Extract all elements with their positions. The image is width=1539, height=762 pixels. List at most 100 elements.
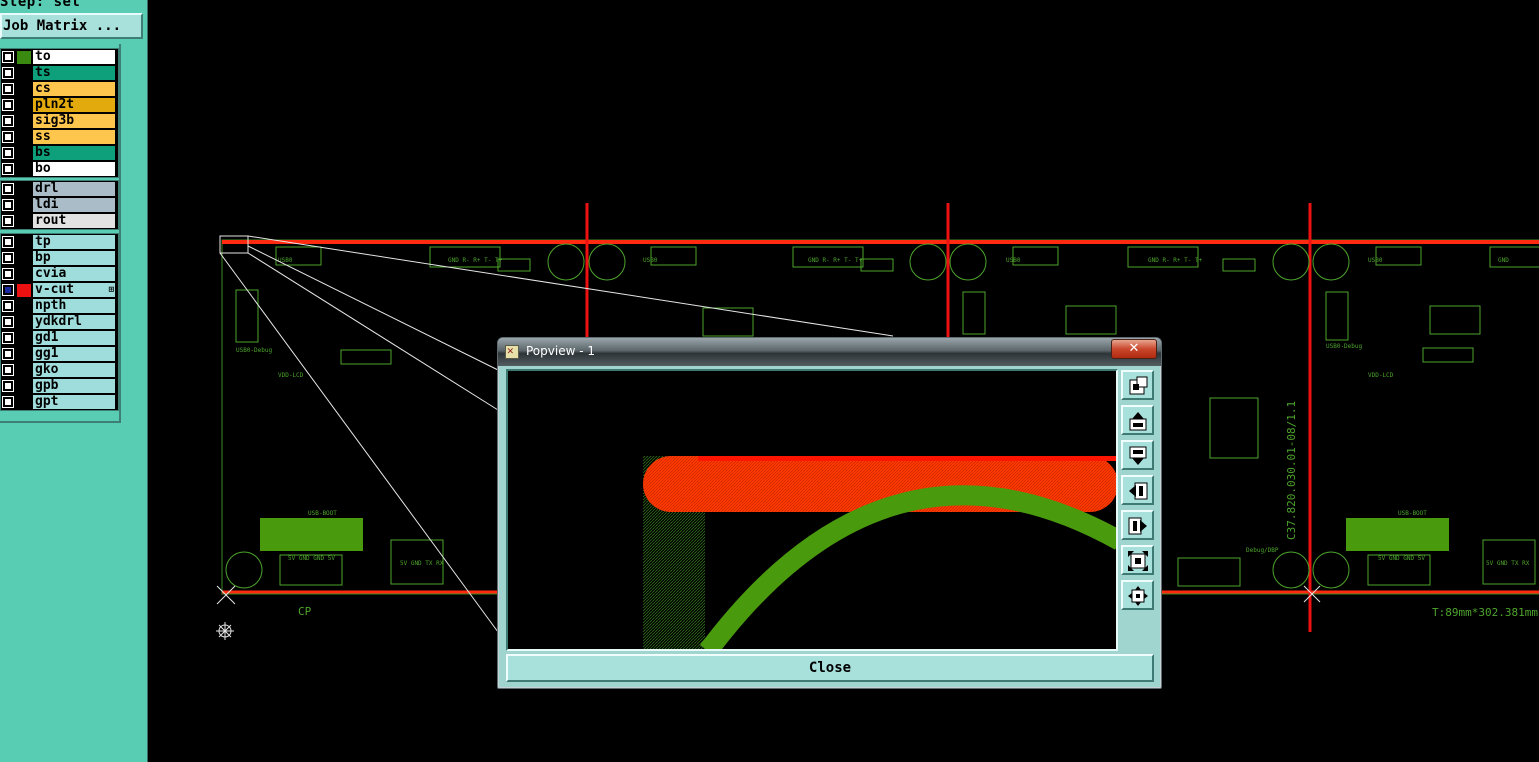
layer-name[interactable]: gg1 xyxy=(33,347,115,361)
layer-color-swatch[interactable] xyxy=(17,380,31,393)
layer-row-gpt[interactable]: gpt xyxy=(1,394,118,410)
layer-row-bo[interactable]: bo xyxy=(1,161,118,177)
layer-checkbox[interactable] xyxy=(2,364,14,376)
layer-row-cvia[interactable]: cvia xyxy=(1,266,118,282)
popview-titlebar[interactable]: Popview - 1 ✕ xyxy=(498,338,1161,366)
layer-color-swatch[interactable] xyxy=(17,115,31,128)
layer-name[interactable]: gpt xyxy=(33,395,115,409)
layer-checkbox[interactable] xyxy=(2,332,14,344)
layer-row-ss[interactable]: ss xyxy=(1,129,118,145)
layer-color-swatch[interactable] xyxy=(17,199,31,212)
pan-right-button[interactable] xyxy=(1121,510,1154,540)
layer-name[interactable]: gko xyxy=(33,363,115,377)
layer-row-gg1[interactable]: gg1 xyxy=(1,346,118,362)
layer-color-swatch[interactable] xyxy=(17,67,31,80)
layer-checkbox[interactable] xyxy=(2,268,14,280)
layer-name[interactable]: sig3b xyxy=(33,114,115,128)
zoom-out-button[interactable] xyxy=(1121,545,1154,575)
layer-name[interactable]: drl xyxy=(33,182,115,196)
layer-name[interactable]: npth xyxy=(33,299,115,313)
layer-name[interactable]: to xyxy=(33,50,115,64)
layer-name[interactable]: gd1 xyxy=(33,331,115,345)
close-button[interactable]: Close xyxy=(506,654,1154,682)
layer-expand-icon[interactable]: ⊞ xyxy=(109,283,114,297)
job-matrix-button[interactable]: Job Matrix ... xyxy=(0,13,143,39)
layer-checkbox[interactable] xyxy=(2,284,14,296)
layer-name[interactable]: cvia xyxy=(33,267,115,281)
pan-up-button[interactable] xyxy=(1121,405,1154,435)
layer-row-ldi[interactable]: ldi xyxy=(1,197,118,213)
layer-checkbox[interactable] xyxy=(2,199,14,211)
layer-color-swatch[interactable] xyxy=(17,163,31,176)
layer-checkbox[interactable] xyxy=(2,99,14,111)
layer-checkbox[interactable] xyxy=(2,51,14,63)
layer-color-swatch[interactable] xyxy=(17,332,31,345)
layer-color-swatch[interactable] xyxy=(17,268,31,281)
layer-checkbox[interactable] xyxy=(2,67,14,79)
zoom-fit-button[interactable] xyxy=(1121,370,1154,400)
layer-row-ydkdrl[interactable]: ydkdrl xyxy=(1,314,118,330)
layer-name[interactable]: ydkdrl xyxy=(33,315,115,329)
layer-row-npth[interactable]: npth xyxy=(1,298,118,314)
layer-row-ts[interactable]: ts xyxy=(1,65,118,81)
layer-color-swatch[interactable] xyxy=(17,131,31,144)
layer-color-swatch[interactable] xyxy=(17,183,31,196)
layer-checkbox[interactable] xyxy=(2,215,14,227)
layer-row-bs[interactable]: bs xyxy=(1,145,118,161)
layer-name[interactable]: cs xyxy=(33,82,115,96)
layer-color-swatch[interactable] xyxy=(17,300,31,313)
layer-name[interactable]: gpb xyxy=(33,379,115,393)
layer-name[interactable]: pln2t xyxy=(33,98,115,112)
layer-color-swatch[interactable] xyxy=(17,99,31,112)
layer-row-pln2t[interactable]: pln2t xyxy=(1,97,118,113)
layer-checkbox[interactable] xyxy=(2,236,14,248)
layer-checkbox[interactable] xyxy=(2,115,14,127)
layer-name[interactable]: rout xyxy=(33,214,115,228)
zoom-home-button[interactable] xyxy=(1121,580,1154,610)
layer-checkbox[interactable] xyxy=(2,183,14,195)
pan-left-button[interactable] xyxy=(1121,475,1154,505)
layer-row-to[interactable]: to xyxy=(1,49,118,65)
layer-color-swatch[interactable] xyxy=(17,51,31,64)
layer-color-swatch[interactable] xyxy=(17,364,31,377)
layer-checkbox[interactable] xyxy=(2,396,14,408)
layer-row-bp[interactable]: bp xyxy=(1,250,118,266)
layer-row-v-cut[interactable]: v-cut ⊞ xyxy=(1,282,118,298)
layer-name[interactable]: bp xyxy=(33,251,115,265)
layer-checkbox[interactable] xyxy=(2,380,14,392)
layer-color-swatch[interactable] xyxy=(17,83,31,96)
layer-checkbox[interactable] xyxy=(2,163,14,175)
layer-color-swatch[interactable] xyxy=(17,396,31,409)
layer-checkbox[interactable] xyxy=(2,348,14,360)
layer-color-swatch[interactable] xyxy=(17,252,31,265)
layer-row-gd1[interactable]: gd1 xyxy=(1,330,118,346)
layer-checkbox[interactable] xyxy=(2,252,14,264)
layer-checkbox[interactable] xyxy=(2,316,14,328)
layer-row-drl[interactable]: drl xyxy=(1,181,118,197)
layer-name[interactable]: tp xyxy=(33,235,115,249)
layer-checkbox[interactable] xyxy=(2,83,14,95)
window-close-button[interactable]: ✕ xyxy=(1111,339,1157,359)
layer-checkbox[interactable] xyxy=(2,147,14,159)
layer-name[interactable]: ldi xyxy=(33,198,115,212)
layer-checkbox[interactable] xyxy=(2,131,14,143)
layer-color-swatch[interactable] xyxy=(17,147,31,160)
layer-color-swatch[interactable] xyxy=(17,348,31,361)
pan-down-button[interactable] xyxy=(1121,440,1154,470)
layer-color-swatch[interactable] xyxy=(17,215,31,228)
layer-name[interactable]: v-cut ⊞ xyxy=(33,283,115,297)
layer-row-gpb[interactable]: gpb xyxy=(1,378,118,394)
layer-row-tp[interactable]: tp xyxy=(1,234,118,250)
layer-name[interactable]: ts xyxy=(33,66,115,80)
popview-viewport[interactable] xyxy=(506,369,1118,651)
layer-row-sig3b[interactable]: sig3b xyxy=(1,113,118,129)
layer-checkbox[interactable] xyxy=(2,300,14,312)
layer-row-gko[interactable]: gko xyxy=(1,362,118,378)
layer-row-cs[interactable]: cs xyxy=(1,81,118,97)
layer-color-swatch[interactable] xyxy=(17,316,31,329)
layer-name[interactable]: ss xyxy=(33,130,115,144)
layer-row-rout[interactable]: rout xyxy=(1,213,118,229)
layer-color-swatch[interactable] xyxy=(17,284,31,297)
layer-name[interactable]: bs xyxy=(33,146,115,160)
layer-name[interactable]: bo xyxy=(33,162,115,176)
